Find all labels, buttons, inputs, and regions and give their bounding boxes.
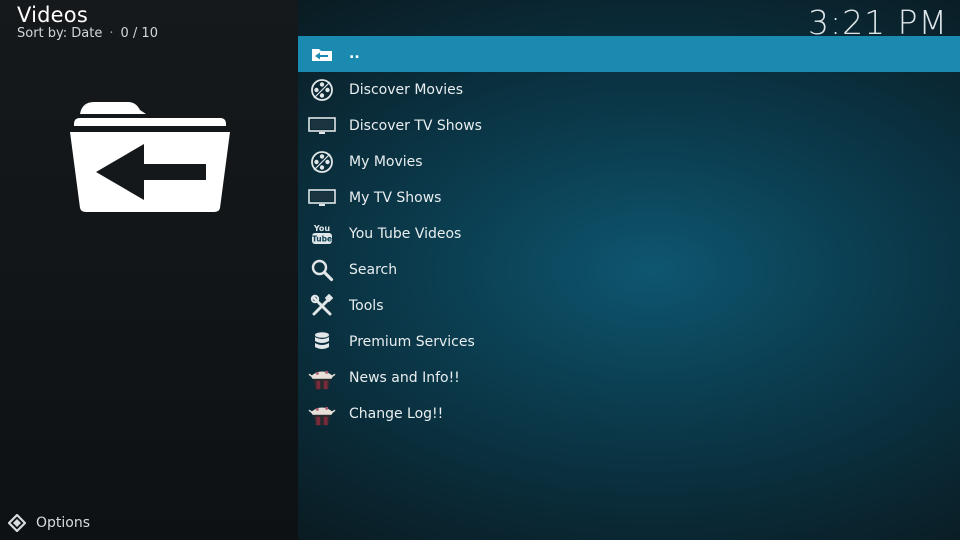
youtube-icon: You Tube xyxy=(308,221,336,247)
film-reel-icon xyxy=(308,77,336,103)
item-count: 0 / 10 xyxy=(120,26,158,41)
list-item-my-tv-shows[interactable]: My TV Shows xyxy=(298,180,960,216)
youtube-icon-text-top: You xyxy=(313,224,331,233)
youtube-icon-text-bottom: Tube xyxy=(312,235,332,244)
addon-logo-icon xyxy=(308,365,336,391)
options-icon xyxy=(8,514,26,532)
folder-back-icon xyxy=(308,41,336,67)
folder-back-icon xyxy=(70,102,230,212)
list-item-discover-tv-shows[interactable]: Discover TV Shows xyxy=(298,108,960,144)
list-item-label: You Tube Videos xyxy=(349,226,462,242)
list-item-tools[interactable]: Tools xyxy=(298,288,960,324)
film-reel-icon xyxy=(308,149,336,175)
separator: · xyxy=(109,26,114,41)
list-item-label: Discover Movies xyxy=(349,82,464,98)
list-item-youtube-videos[interactable]: You Tube You Tube Videos xyxy=(298,216,960,252)
list-item-label: Premium Services xyxy=(349,334,475,350)
list-item-label: Discover TV Shows xyxy=(349,118,482,134)
sort-info[interactable]: Sort by: Date · 0 / 10 xyxy=(17,26,158,41)
list-item-premium-services[interactable]: Premium Services xyxy=(298,324,960,360)
sort-label: Sort by: Date xyxy=(17,26,103,41)
options-label: Options xyxy=(36,515,91,531)
addon-logo-icon xyxy=(308,401,336,427)
page-title: Videos xyxy=(17,3,88,27)
kodi-screen: Videos Sort by: Date · 0 / 10 Options 3:21… xyxy=(0,0,960,540)
options-button[interactable]: Options xyxy=(8,514,90,532)
list-item-search[interactable]: Search xyxy=(298,252,960,288)
list-item-label: .. xyxy=(349,46,360,62)
database-icon xyxy=(308,329,336,355)
tv-icon xyxy=(308,185,336,211)
tv-icon xyxy=(308,113,336,139)
list-item-my-movies[interactable]: My Movies xyxy=(298,144,960,180)
list-item-label: Search xyxy=(349,262,398,278)
list-item-discover-movies[interactable]: Discover Movies xyxy=(298,72,960,108)
list-item-parent-folder[interactable]: .. xyxy=(298,36,960,72)
info-panel: Videos Sort by: Date · 0 / 10 Options xyxy=(0,0,298,540)
menu-list: .. Discover Movies Discover TV Shows My … xyxy=(298,36,960,432)
list-item-change-log[interactable]: Change Log!! xyxy=(298,396,960,432)
list-item-label: Tools xyxy=(349,298,384,314)
list-item-label: News and Info!! xyxy=(349,370,460,386)
list-item-label: My Movies xyxy=(349,154,423,170)
list-item-label: Change Log!! xyxy=(349,406,444,422)
tools-icon xyxy=(308,293,336,319)
list-item-news-and-info[interactable]: News and Info!! xyxy=(298,360,960,396)
list-item-label: My TV Shows xyxy=(349,190,442,206)
search-icon xyxy=(308,257,336,283)
